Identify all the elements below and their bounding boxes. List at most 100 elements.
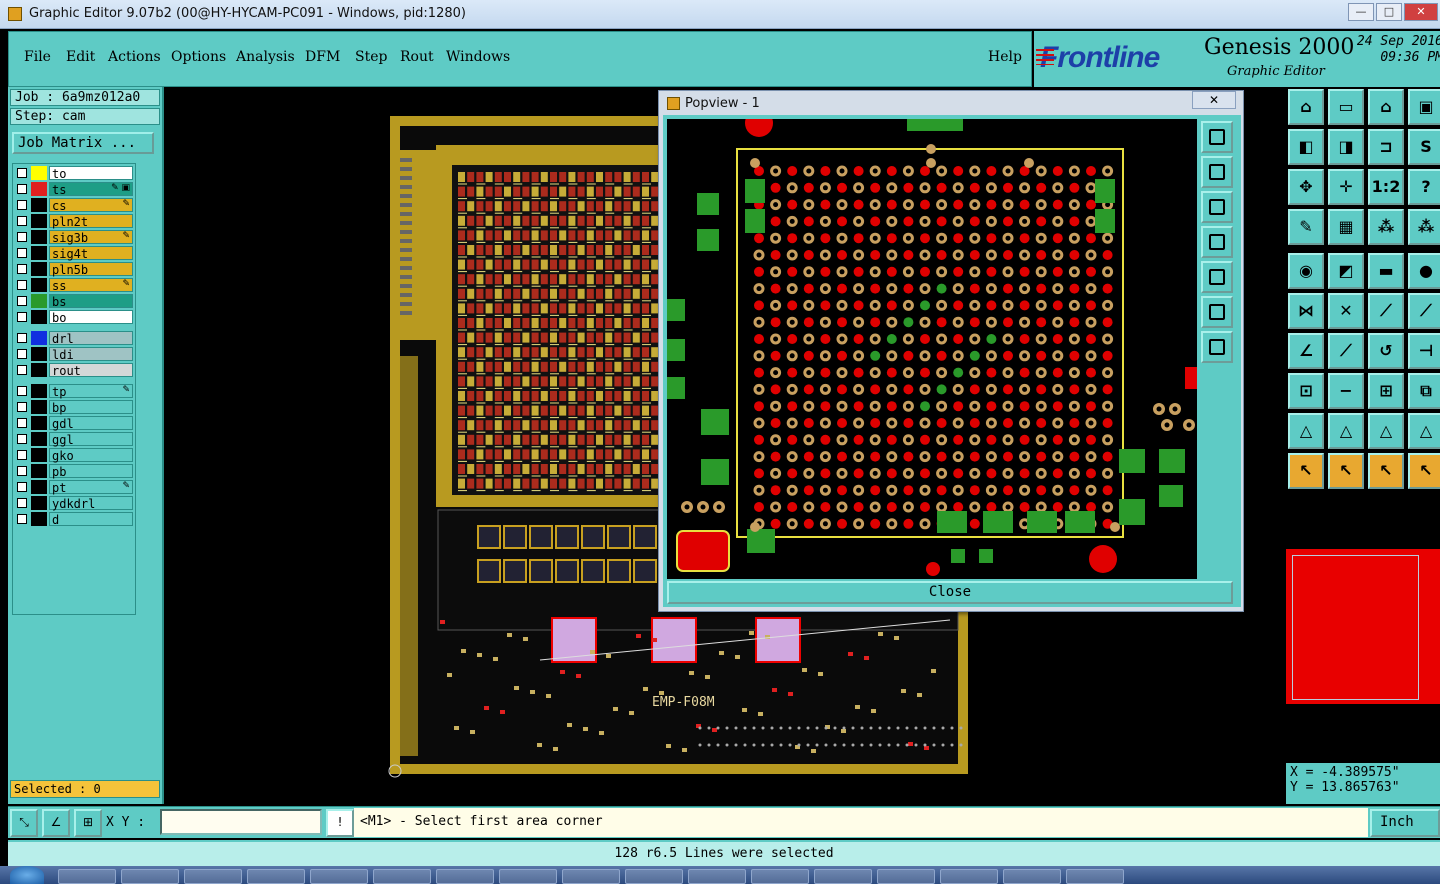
- layer-color-swatch[interactable]: [31, 464, 47, 478]
- layer-color-swatch[interactable]: [31, 416, 47, 430]
- tri3-icon[interactable]: △: [1368, 413, 1404, 449]
- layer-color-swatch[interactable]: [31, 363, 47, 377]
- line-icon[interactable]: ⟋: [1368, 293, 1404, 329]
- layer-color-swatch[interactable]: [31, 278, 47, 292]
- xy-input[interactable]: [160, 809, 322, 835]
- close-window-button[interactable]: ✕: [1404, 3, 1438, 21]
- select-pointer-icon[interactable]: ↖: [1288, 453, 1324, 489]
- layer-row-pb[interactable]: pb: [15, 464, 133, 479]
- taskbar-item[interactable]: [1066, 869, 1124, 884]
- popview-tool-3-icon[interactable]: [1201, 191, 1233, 223]
- layer-checkbox[interactable]: [17, 402, 27, 412]
- layer-color-swatch[interactable]: [31, 347, 47, 361]
- layer-row-to[interactable]: to: [15, 166, 133, 181]
- minus-icon[interactable]: −: [1328, 373, 1364, 409]
- layer-name[interactable]: cs ✎: [49, 198, 133, 213]
- layer-row-ggl[interactable]: ggl: [15, 432, 133, 447]
- layer-name[interactable]: ydkdrl: [49, 496, 133, 511]
- layer-row-sig4t[interactable]: sig4t: [15, 246, 133, 261]
- taskbar-item[interactable]: [184, 869, 242, 884]
- taskbar-item[interactable]: [58, 869, 116, 884]
- overview-map[interactable]: [1286, 549, 1440, 757]
- taskbar-item[interactable]: [1003, 869, 1061, 884]
- layer-row-gdl[interactable]: gdl: [15, 416, 133, 431]
- popview-tool-6-icon[interactable]: [1201, 296, 1233, 328]
- layer-checkbox[interactable]: [17, 434, 27, 444]
- grid-snap-icon[interactable]: ⊞: [74, 809, 102, 837]
- popview-close-x[interactable]: ✕: [1192, 91, 1236, 109]
- bracket-icon[interactable]: ⊣: [1408, 333, 1440, 369]
- layer-checkbox[interactable]: [17, 466, 27, 476]
- pointer3-icon[interactable]: ↖: [1368, 453, 1404, 489]
- taskbar-item[interactable]: [688, 869, 746, 884]
- popview-tool-4-icon[interactable]: [1201, 226, 1233, 258]
- layer-name[interactable]: to: [49, 166, 133, 181]
- layer-checkbox[interactable]: [17, 514, 27, 524]
- unit-selector[interactable]: Inch: [1370, 809, 1440, 837]
- taskbar-item[interactable]: [940, 869, 998, 884]
- layer-checkbox[interactable]: [17, 482, 27, 492]
- layer-row-pln2t[interactable]: pln2t: [15, 214, 133, 229]
- menu-options[interactable]: Options: [171, 49, 226, 65]
- group-icon[interactable]: ⧉: [1408, 373, 1440, 409]
- taskbar-item[interactable]: [499, 869, 557, 884]
- layer-row-sig3b[interactable]: sig3b ✎: [15, 230, 133, 245]
- layer-name[interactable]: ts ✎ ▣: [49, 182, 133, 197]
- menu-actions[interactable]: Actions: [108, 49, 161, 65]
- taskbar-item[interactable]: [625, 869, 683, 884]
- job-matrix-button[interactable]: Job Matrix ...: [12, 132, 154, 154]
- menu-rout[interactable]: Rout: [400, 49, 434, 65]
- connect-icon[interactable]: ⋈: [1288, 293, 1324, 329]
- layer-color-swatch[interactable]: [31, 384, 47, 398]
- layer-color-swatch[interactable]: [31, 331, 47, 345]
- layer-name[interactable]: bp: [49, 400, 133, 415]
- help-icon[interactable]: ?: [1408, 169, 1440, 205]
- layer-row-tp[interactable]: tp ✎: [15, 384, 133, 399]
- taskbar-item[interactable]: [877, 869, 935, 884]
- popview-canvas[interactable]: [667, 119, 1197, 579]
- popview-tool-1-icon[interactable]: [1201, 121, 1233, 153]
- layer-color-swatch[interactable]: [31, 400, 47, 414]
- layer-row-drl[interactable]: drl: [15, 331, 133, 346]
- layer-name[interactable]: bo: [49, 310, 133, 325]
- display-icon[interactable]: ▭: [1328, 89, 1364, 125]
- taskbar-item[interactable]: [247, 869, 305, 884]
- dot-icon[interactable]: ●: [1408, 253, 1440, 289]
- layer-name[interactable]: sig3b ✎: [49, 230, 133, 245]
- layer-row-ss[interactable]: ss ✎: [15, 278, 133, 293]
- layer-name[interactable]: sig4t: [49, 246, 133, 261]
- s-icon[interactable]: S: [1408, 129, 1440, 165]
- window-icon[interactable]: ▣: [1408, 89, 1440, 125]
- layer-checkbox[interactable]: [17, 349, 27, 359]
- layer-checkbox[interactable]: [17, 296, 27, 306]
- menu-edit[interactable]: Edit: [66, 49, 95, 65]
- layer-checkbox[interactable]: [17, 312, 27, 322]
- layer-checkbox[interactable]: [17, 248, 27, 258]
- fit-icon[interactable]: ⊐: [1368, 129, 1404, 165]
- layer-row-bo[interactable]: bo: [15, 310, 133, 325]
- layer-color-swatch[interactable]: [31, 230, 47, 244]
- layer-row-bs[interactable]: bs: [15, 294, 133, 309]
- layer-checkbox[interactable]: [17, 418, 27, 428]
- layer-checkbox[interactable]: [17, 450, 27, 460]
- minimize-button[interactable]: —: [1348, 3, 1374, 21]
- diag-icon[interactable]: ⟋: [1328, 333, 1364, 369]
- layer-name[interactable]: bs: [49, 294, 133, 309]
- layer-row-ts[interactable]: ts ✎ ▣: [15, 182, 133, 197]
- taskbar-item[interactable]: [121, 869, 179, 884]
- layer-name[interactable]: d: [49, 512, 133, 527]
- taskbar-item[interactable]: [751, 869, 809, 884]
- layer-name[interactable]: tp ✎: [49, 384, 133, 399]
- start-button[interactable]: [10, 866, 44, 884]
- layer-color-swatch[interactable]: [31, 262, 47, 276]
- house-icon[interactable]: ⌂: [1368, 89, 1404, 125]
- popview-tool-7-icon[interactable]: [1201, 331, 1233, 363]
- move-icon[interactable]: ✛: [1328, 169, 1364, 205]
- layer-checkbox[interactable]: [17, 498, 27, 508]
- tri2-icon[interactable]: △: [1328, 413, 1364, 449]
- layer-name[interactable]: ldi: [49, 347, 133, 362]
- layer-color-swatch[interactable]: [31, 310, 47, 324]
- layer-row-d[interactable]: d: [15, 512, 133, 527]
- layer-name[interactable]: ss ✎: [49, 278, 133, 293]
- tri-icon[interactable]: △: [1288, 413, 1324, 449]
